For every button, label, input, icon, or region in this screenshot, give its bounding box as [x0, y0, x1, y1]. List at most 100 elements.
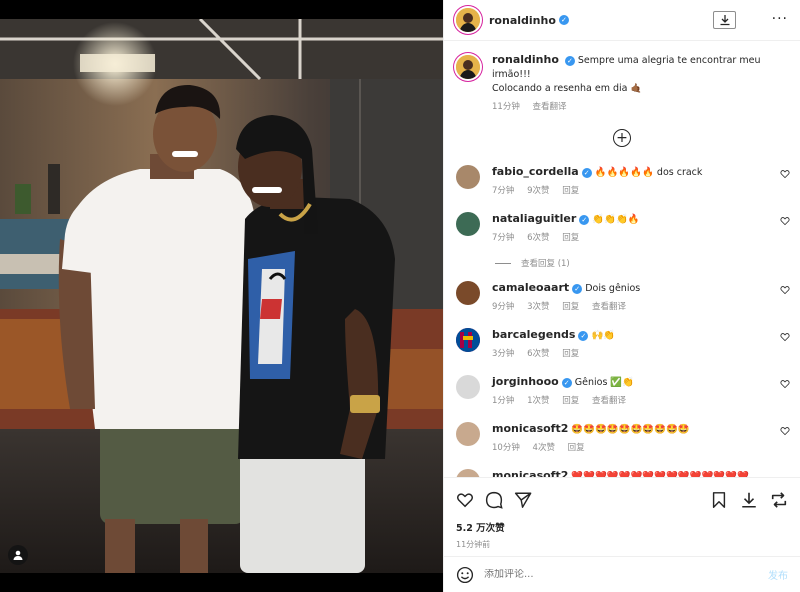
comment-input[interactable]	[484, 569, 768, 580]
author-username[interactable]: ronaldinho	[489, 14, 556, 27]
comment-likes[interactable]: 6次赞	[527, 349, 549, 359]
comment-username[interactable]: camaleoaart	[492, 281, 569, 294]
verified-badge-icon: ✓	[564, 55, 575, 66]
comment-reply-button[interactable]: 回复	[562, 349, 579, 359]
plus-circle-icon: +	[613, 129, 631, 147]
replies-divider	[495, 262, 511, 264]
avatar-image	[456, 8, 480, 32]
comment-likes[interactable]: 4次赞	[533, 443, 555, 453]
comment-icon[interactable]	[485, 491, 503, 509]
comment-meta: 7分钟 6次赞 回复	[492, 231, 788, 245]
commenter-avatar[interactable]	[456, 469, 480, 477]
comment-likes[interactable]: 1次赞	[527, 396, 549, 406]
download-icon[interactable]	[740, 491, 758, 509]
comment-meta: 7分钟 9次赞 回复	[492, 184, 788, 198]
comment-text: 🔥🔥🔥🔥🔥 dos crack	[594, 167, 703, 178]
comment-reply-button[interactable]: 回复	[562, 233, 579, 243]
verified-badge-icon: ✓	[578, 330, 589, 341]
comment-translate-link[interactable]: 查看翻译	[592, 396, 626, 406]
comment-like-heart-icon[interactable]	[780, 169, 790, 179]
commenter-avatar[interactable]	[456, 212, 480, 236]
comment-username[interactable]: monicasoft2	[492, 469, 568, 477]
comment-text: Gênios ✅👏	[574, 377, 635, 388]
more-options-button[interactable]: ···	[772, 12, 788, 26]
commenter-avatar[interactable]	[456, 328, 480, 352]
comment-reply-button[interactable]: 回复	[562, 186, 579, 196]
post-time-ago: 11分钟前	[456, 540, 491, 549]
comment-body: camaleoaart ✓ Dois gênios 9分钟 3次赞 回复 查看翻译	[492, 281, 788, 314]
view-replies-button[interactable]: 查看回复 (1)	[495, 257, 800, 269]
comment-composer: 发布	[444, 556, 800, 592]
heart-icon[interactable]	[456, 491, 474, 509]
comment-item: fabio_cordella ✓ 🔥🔥🔥🔥🔥 dos crack 7分钟 9次赞 …	[444, 165, 800, 198]
comment-body: nataliaguitler ✓ 👏👏👏🔥 7分钟 6次赞 回复	[492, 212, 788, 245]
verified-badge-icon: ✓	[572, 283, 583, 294]
comment-like-heart-icon[interactable]	[780, 426, 790, 436]
verified-badge-icon: ✓	[561, 377, 572, 388]
comment-item: monicasoft2 🤩🤩🤩🤩🤩🤩🤩🤩🤩🤩 10分钟 4次赞 回复	[444, 422, 800, 455]
comment-username[interactable]: jorginhooo	[492, 375, 559, 388]
load-more-comments-button[interactable]: +	[444, 129, 800, 147]
repost-icon[interactable]	[770, 491, 788, 509]
caption: ronaldinho ✓ Sempre uma alegria te encont…	[444, 41, 800, 114]
smiley-icon[interactable]	[456, 566, 474, 584]
comment-time: 10分钟	[492, 443, 520, 453]
tag-people-button[interactable]	[8, 545, 28, 565]
caption-avatar[interactable]	[456, 55, 480, 79]
post-image	[0, 19, 443, 573]
download-icon	[720, 15, 729, 26]
post-photo[interactable]	[0, 19, 443, 573]
avatar-image	[456, 328, 480, 352]
commenter-avatar[interactable]	[456, 422, 480, 446]
bookmark-icon[interactable]	[710, 491, 728, 509]
post-comment-button[interactable]: 发布	[768, 567, 788, 582]
caption-time: 11分钟	[492, 102, 520, 112]
comment-text: 👏👏👏🔥	[592, 214, 640, 225]
comments-scroll-area[interactable]: ronaldinho ✓ Sempre uma alegria te encont…	[444, 41, 800, 477]
caption-username[interactable]: ronaldinho	[492, 53, 559, 66]
comment-item: monicasoft2 ❤️❤️❤️❤️❤️❤️❤️❤️❤️❤️❤️❤️❤️❤️…	[444, 469, 800, 477]
download-button[interactable]	[713, 11, 736, 29]
comment-time: 9分钟	[492, 302, 515, 312]
verified-badge-icon: ✓	[558, 15, 569, 25]
comment-username[interactable]: nataliaguitler	[492, 212, 576, 225]
comment-like-heart-icon[interactable]	[780, 379, 790, 389]
comment-reply-button[interactable]: 回复	[562, 302, 579, 312]
commenter-avatar[interactable]	[456, 281, 480, 305]
comment-meta: 10分钟 4次赞 回复	[492, 441, 788, 455]
comment-body: barcalegends ✓ 🙌👏 3分钟 6次赞 回复	[492, 328, 788, 361]
author-avatar[interactable]	[456, 8, 480, 32]
comment-likes[interactable]: 6次赞	[527, 233, 549, 243]
comment-time: 7分钟	[492, 186, 515, 196]
avatar-image	[456, 55, 480, 79]
comment-text: 🙌👏	[591, 330, 616, 341]
like-count[interactable]: 5.2 万次赞	[444, 512, 800, 534]
comment-meta: 9分钟 3次赞 回复 查看翻译	[492, 300, 788, 314]
action-icons-row	[444, 478, 800, 512]
comment-like-heart-icon[interactable]	[780, 216, 790, 226]
comment-like-heart-icon[interactable]	[780, 285, 790, 295]
commenter-avatar[interactable]	[456, 375, 480, 399]
comment-username[interactable]: fabio_cordella	[492, 165, 579, 178]
action-icons-right	[698, 491, 788, 509]
comment-username[interactable]: monicasoft2	[492, 422, 568, 435]
view-replies-label: 查看回复 (1)	[521, 259, 570, 269]
comment-likes[interactable]: 3次赞	[527, 302, 549, 312]
comment-username[interactable]: barcalegends	[492, 328, 575, 341]
comment-time: 7分钟	[492, 233, 515, 243]
commenter-avatar[interactable]	[456, 165, 480, 189]
share-icon[interactable]	[514, 491, 532, 509]
caption-emoji: 🤙🏾	[630, 84, 642, 94]
comment-like-heart-icon[interactable]	[780, 332, 790, 342]
comment-time: 3分钟	[492, 349, 515, 359]
comment-likes[interactable]: 9次赞	[527, 186, 549, 196]
comment-body: fabio_cordella ✓ 🔥🔥🔥🔥🔥 dos crack 7分钟 9次赞 …	[492, 165, 788, 198]
comment-reply-button[interactable]: 回复	[562, 396, 579, 406]
comment-translate-link[interactable]: 查看翻译	[592, 302, 626, 312]
post-header: ronaldinho ✓ ···	[444, 0, 800, 41]
comment-item: barcalegends ✓ 🙌👏 3分钟 6次赞 回复	[444, 328, 800, 361]
comment-text: Dois gênios	[585, 283, 641, 294]
user-tag-icon	[13, 550, 23, 560]
see-translation-link[interactable]: 查看翻译	[533, 102, 567, 112]
comment-reply-button[interactable]: 回复	[568, 443, 585, 453]
